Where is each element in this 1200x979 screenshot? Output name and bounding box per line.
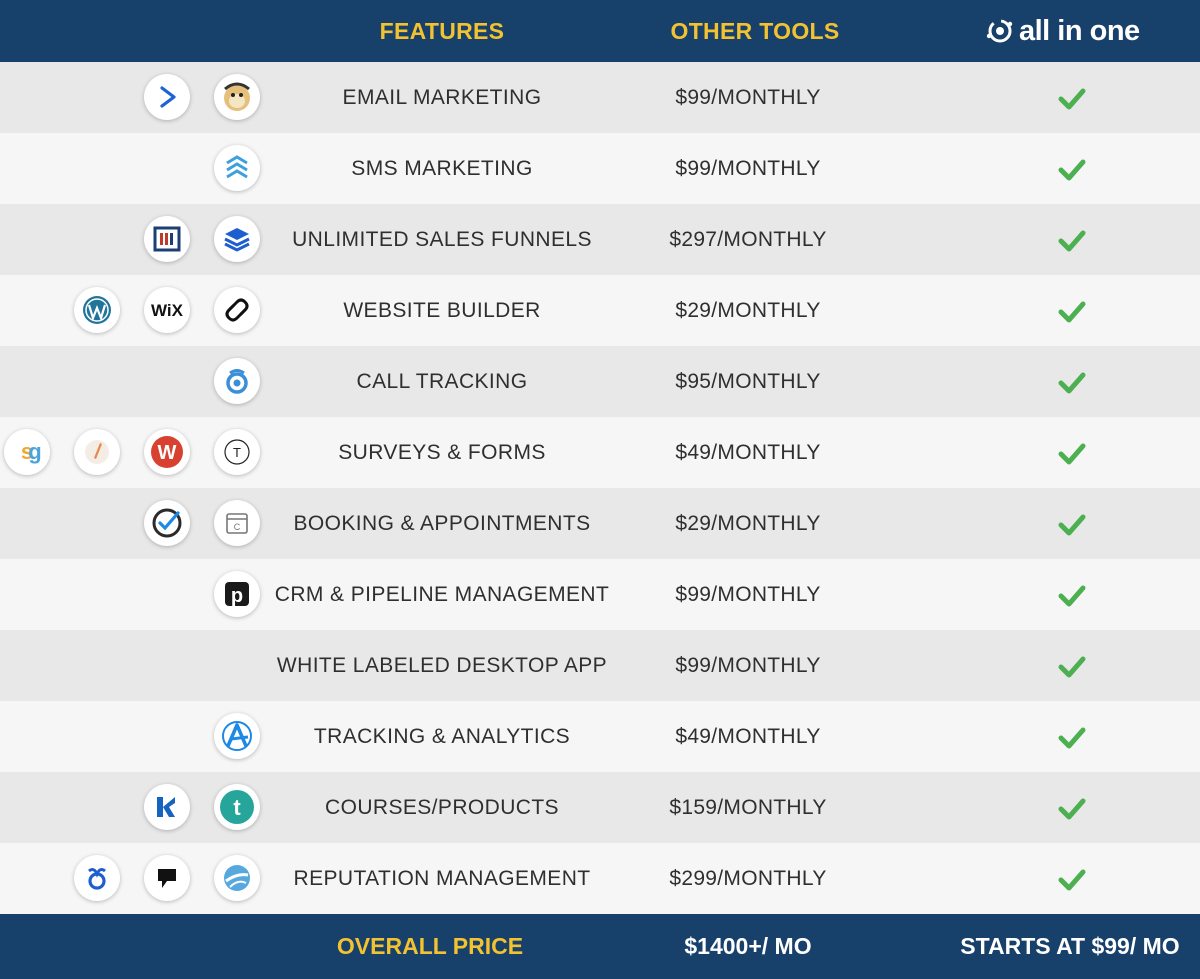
brand-mark-icon [986,19,1013,43]
svg-text:W: W [158,442,177,464]
feature-label: TRACKING & ANALYTICS [313,725,571,748]
wufoo-icon: W [144,429,190,475]
price-label: $29/MONTHLY [675,512,821,535]
svg-text:T: T [233,445,241,460]
clickfunnels-icon [144,216,190,262]
table-row: t COURSES/PRODUCTS $159/MONTHLY [0,772,1200,843]
svg-text:WiX: WiX [151,301,184,320]
price-label: $49/MONTHLY [675,725,821,748]
pipedrive-icon: p [214,571,260,617]
mailchimp-icon [214,74,260,120]
calendar-icon: C [214,500,260,546]
wordpress-icon [74,287,120,333]
table-row: C BOOKING & APPOINTMENTS $29/MONTHLY [0,488,1200,559]
feature-label: WEBSITE BUILDER [343,299,541,322]
price-label: $297/MONTHLY [669,228,827,251]
all-in-one-price: STARTS AT $99/ MO [960,933,1180,959]
pencil-icon [74,429,120,475]
table-row: CALL TRACKING $95/MONTHLY [0,346,1200,417]
price-label: $99/MONTHLY [675,86,821,109]
table-row: REPUTATION MANAGEMENT $299/MONTHLY [0,843,1200,914]
feature-label: WHITE LABELED DESKTOP APP [276,654,608,677]
check-icon [1058,798,1086,820]
table-row: TRACKING & ANALYTICS $49/MONTHLY [0,701,1200,772]
kajabi-icon [144,784,190,830]
layers-icon [214,216,260,262]
stacked-chevrons-icon [214,145,260,191]
svg-text:C: C [234,522,241,532]
svg-text:g: g [28,439,41,464]
check-icon [1058,514,1086,536]
feature-label: REPUTATION MANAGEMENT [293,867,591,890]
all-in-one-logo: all in one [985,13,1140,49]
feature-label: SURVEYS & FORMS [338,441,546,464]
other-tools-column-header: OTHER TOOLS [670,18,840,44]
price-label: $49/MONTHLY [675,441,821,464]
table-header: FEATURES OTHER TOOLS all in one [0,0,1200,62]
check-icon [1058,869,1086,891]
birdeye-icon [74,855,120,901]
reputation-swirl-icon [214,855,260,901]
feature-label: CALL TRACKING [356,370,528,393]
price-label: $29/MONTHLY [675,299,821,322]
call-tracking-icon [214,358,260,404]
table-row: sg W T SURVEYS & FORMS $49/MONTHLY [0,417,1200,488]
table-row: EMAIL MARKETING $99/MONTHLY [0,62,1200,133]
check-icon [1058,230,1086,252]
feature-label: COURSES/PRODUCTS [325,796,559,819]
other-tools-total: $1400+/ MO [684,933,812,959]
check-icon [1058,727,1086,749]
check-icon [1058,656,1086,678]
podium-icon [144,855,190,901]
svg-text:t: t [233,795,241,820]
wix-icon: WiX [144,287,190,333]
price-label: $159/MONTHLY [669,796,827,819]
check-icon [1058,301,1086,323]
squarespace-icon [214,287,260,333]
activecampaign-icon [144,74,190,120]
feature-label: CRM & PIPELINE MANAGEMENT [274,583,610,606]
check-icon [1058,443,1086,465]
feature-label: SMS MARKETING [351,157,533,180]
teachable-icon: t [214,784,260,830]
feature-label: UNLIMITED SALES FUNNELS [292,228,592,251]
table-row: p CRM & PIPELINE MANAGEMENT $99/MONTHLY [0,559,1200,630]
surveygizmo-icon: sg [4,429,50,475]
table-row: UNLIMITED SALES FUNNELS $297/MONTHLY [0,204,1200,275]
price-label: $99/MONTHLY [675,583,821,606]
check-icon [1058,159,1086,181]
svg-text:p: p [231,585,243,607]
price-label: $95/MONTHLY [675,370,821,393]
price-label: $299/MONTHLY [669,867,827,890]
overall-price-label: OVERALL PRICE [336,933,524,959]
typeform-icon: T [214,429,260,475]
check-icon [1058,88,1086,110]
table-row: SMS MARKETING $99/MONTHLY [0,133,1200,204]
feature-label: BOOKING & APPOINTMENTS [293,512,591,535]
table-footer: OVERALL PRICE $1400+/ MO STARTS AT $99/ … [0,914,1200,979]
analytics-a-icon [214,713,260,759]
check-circle-icon [144,500,190,546]
brand-name: all in one [1019,14,1140,47]
check-icon [1058,585,1086,607]
features-column-header: FEATURES [379,18,505,44]
price-label: $99/MONTHLY [675,157,821,180]
table-row: WHITE LABELED DESKTOP APP $99/MONTHLY [0,630,1200,701]
table-row: WiX WEBSITE BUILDER $29/MONTHLY [0,275,1200,346]
price-label: $99/MONTHLY [675,654,821,677]
feature-label: EMAIL MARKETING [342,86,542,109]
check-icon [1058,372,1086,394]
